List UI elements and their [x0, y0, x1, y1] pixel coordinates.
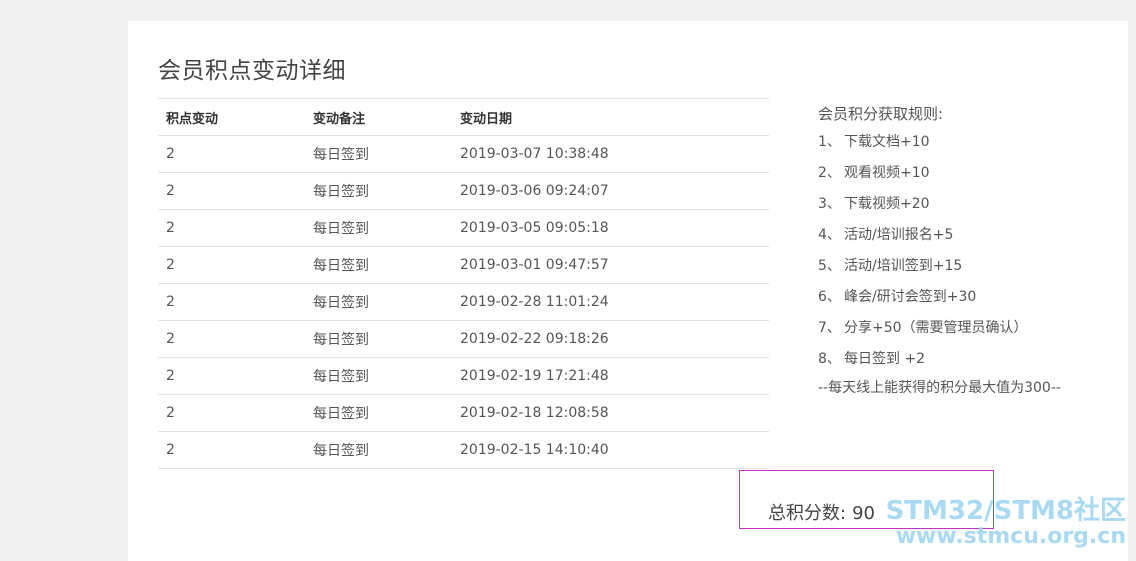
- rule-number: 5、: [818, 256, 844, 276]
- cell-date: 2019-03-01 09:47:57: [452, 247, 769, 284]
- watermark-line-1: STM32/STM8社区: [886, 498, 1126, 525]
- total-points-label: 总积分数:: [768, 503, 846, 524]
- cell-date: 2019-02-18 12:08:58: [452, 395, 769, 432]
- rules-title: 会员积分获取规则:: [818, 101, 1118, 127]
- points-table-container: 积点变动 变动备注 变动日期 2每日签到2019-03-07 10:38:482…: [158, 98, 769, 469]
- rule-text: 活动/培训签到+15: [844, 258, 962, 274]
- cell-date: 2019-03-05 09:05:18: [452, 210, 769, 247]
- rule-text: 每日签到 +2: [844, 351, 925, 367]
- rule-number: 3、: [818, 194, 844, 214]
- rule-item: 5、活动/培训签到+15: [818, 256, 1118, 287]
- cell-note: 每日签到: [305, 284, 452, 321]
- column-header-change: 积点变动: [158, 99, 305, 136]
- cell-change: 2: [158, 321, 305, 358]
- cell-note: 每日签到: [305, 321, 452, 358]
- total-points: 总积分数: 90: [768, 499, 875, 525]
- total-points-value: 90: [852, 503, 875, 524]
- cell-date: 2019-02-22 09:18:26: [452, 321, 769, 358]
- rule-number: 7、: [818, 318, 844, 338]
- rule-number: 8、: [818, 349, 844, 369]
- rule-number: 6、: [818, 287, 844, 307]
- cell-note: 每日签到: [305, 136, 452, 173]
- cell-change: 2: [158, 210, 305, 247]
- points-rules: 会员积分获取规则: 1、下载文档+102、观看视频+103、下载视频+204、活…: [818, 101, 1118, 398]
- points-table: 积点变动 变动备注 变动日期 2每日签到2019-03-07 10:38:482…: [158, 98, 769, 469]
- rule-text: 下载文档+10: [844, 134, 930, 150]
- rule-text: 活动/培训报名+5: [844, 227, 953, 243]
- points-card: 会员积点变动详细 积点变动 变动备注 变动日期 2每日签到2019-03-07 …: [128, 21, 1128, 561]
- cell-change: 2: [158, 136, 305, 173]
- cell-date: 2019-02-28 11:01:24: [452, 284, 769, 321]
- rule-item: 4、活动/培训报名+5: [818, 225, 1118, 256]
- rule-number: 2、: [818, 163, 844, 183]
- table-row: 2每日签到2019-03-07 10:38:48: [158, 136, 769, 173]
- rule-text: 观看视频+10: [844, 165, 930, 181]
- cell-note: 每日签到: [305, 210, 452, 247]
- rule-item: 1、下载文档+10: [818, 132, 1118, 163]
- rules-list: 1、下载文档+102、观看视频+103、下载视频+204、活动/培训报名+55、…: [818, 132, 1118, 380]
- cell-change: 2: [158, 173, 305, 210]
- rule-item: 8、每日签到 +2: [818, 349, 1118, 380]
- cell-change: 2: [158, 432, 305, 469]
- rule-item: 2、观看视频+10: [818, 163, 1118, 194]
- cell-change: 2: [158, 395, 305, 432]
- cell-note: 每日签到: [305, 432, 452, 469]
- column-header-note: 变动备注: [305, 99, 452, 136]
- site-watermark: STM32/STM8社区 www.stmcu.org.cn: [886, 498, 1126, 548]
- cell-note: 每日签到: [305, 395, 452, 432]
- column-header-date: 变动日期: [452, 99, 769, 136]
- table-row: 2每日签到2019-03-01 09:47:57: [158, 247, 769, 284]
- cell-date: 2019-03-07 10:38:48: [452, 136, 769, 173]
- watermark-line-2: www.stmcu.org.cn: [886, 525, 1126, 548]
- cell-date: 2019-02-15 14:10:40: [452, 432, 769, 469]
- cell-note: 每日签到: [305, 247, 452, 284]
- cell-change: 2: [158, 358, 305, 395]
- rule-text: 下载视频+20: [844, 196, 930, 212]
- cell-note: 每日签到: [305, 358, 452, 395]
- rule-item: 3、下载视频+20: [818, 194, 1118, 225]
- table-row: 2每日签到2019-03-06 09:24:07: [158, 173, 769, 210]
- rule-text: 峰会/研讨会签到+30: [844, 289, 976, 305]
- rule-number: 1、: [818, 132, 844, 152]
- table-body: 2每日签到2019-03-07 10:38:482每日签到2019-03-06 …: [158, 136, 769, 469]
- rule-number: 4、: [818, 225, 844, 245]
- table-row: 2每日签到2019-02-22 09:18:26: [158, 321, 769, 358]
- table-header-row: 积点变动 变动备注 变动日期: [158, 99, 769, 136]
- table-row: 2每日签到2019-02-15 14:10:40: [158, 432, 769, 469]
- cell-change: 2: [158, 284, 305, 321]
- cell-note: 每日签到: [305, 173, 452, 210]
- table-row: 2每日签到2019-02-28 11:01:24: [158, 284, 769, 321]
- cell-date: 2019-02-19 17:21:48: [452, 358, 769, 395]
- rule-text: 分享+50（需要管理员确认）: [844, 320, 1028, 336]
- rules-footer: --每天线上能获得的积分最大值为300--: [818, 378, 1118, 398]
- table-row: 2每日签到2019-03-05 09:05:18: [158, 210, 769, 247]
- cell-change: 2: [158, 247, 305, 284]
- table-row: 2每日签到2019-02-19 17:21:48: [158, 358, 769, 395]
- page-title: 会员积点变动详细: [158, 51, 346, 85]
- rule-item: 6、峰会/研讨会签到+30: [818, 287, 1118, 318]
- cell-date: 2019-03-06 09:24:07: [452, 173, 769, 210]
- table-row: 2每日签到2019-02-18 12:08:58: [158, 395, 769, 432]
- rule-item: 7、分享+50（需要管理员确认）: [818, 318, 1118, 349]
